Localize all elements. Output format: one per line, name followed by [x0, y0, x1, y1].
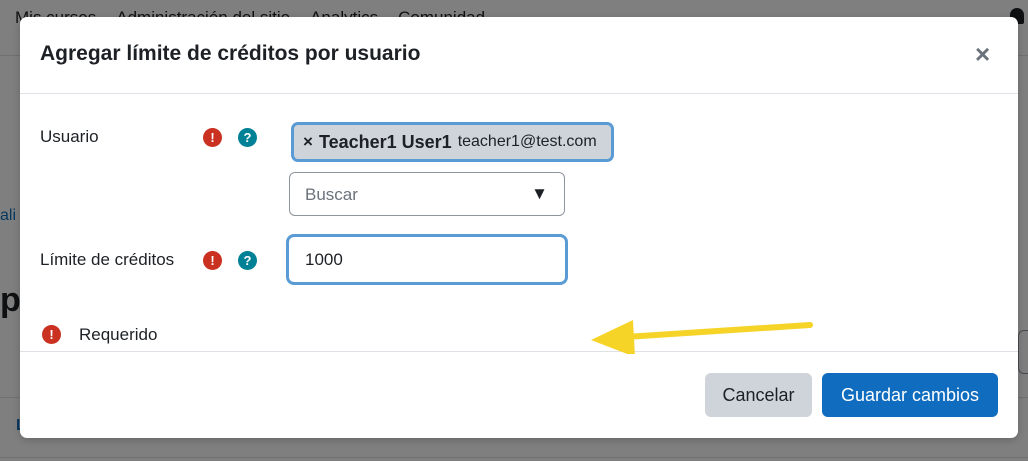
modal-body: Usuario ! ? × Teacher1 User1 teacher1@te…: [20, 94, 1018, 354]
exclamation-icon: !: [203, 128, 222, 147]
modal-title: Agregar límite de créditos por usuario: [40, 42, 421, 65]
modal-footer: Cancelar Guardar cambios: [20, 352, 1018, 438]
cancel-button[interactable]: Cancelar: [705, 373, 812, 417]
selected-user-name: Teacher1 User1: [318, 131, 452, 152]
remove-user-icon[interactable]: ×: [303, 132, 313, 152]
credit-limit-modal: Agregar límite de créditos por usuario ×…: [20, 17, 1018, 438]
user-search-placeholder: Buscar: [305, 185, 358, 204]
user-field-label: Usuario: [40, 127, 99, 146]
exclamation-icon: !: [203, 251, 222, 270]
selected-user-email: teacher1@test.com: [457, 133, 597, 150]
exclamation-icon: !: [42, 325, 61, 344]
dropdown-arrow-icon: ▼: [531, 184, 548, 203]
save-changes-button[interactable]: Guardar cambios: [822, 373, 998, 417]
modal-header: Agregar límite de créditos por usuario ×: [20, 17, 1018, 94]
user-search-select[interactable]: Buscar ▼: [289, 172, 565, 216]
close-icon[interactable]: ×: [975, 41, 990, 67]
annotation-arrow-icon: [591, 320, 813, 354]
credit-limit-label: Límite de créditos: [40, 250, 175, 269]
question-icon[interactable]: ?: [238, 128, 257, 147]
selected-user-chip[interactable]: × Teacher1 User1 teacher1@test.com: [291, 122, 614, 162]
question-icon[interactable]: ?: [238, 251, 257, 270]
credit-limit-input[interactable]: [286, 234, 568, 285]
required-note: Requerido: [79, 325, 158, 344]
